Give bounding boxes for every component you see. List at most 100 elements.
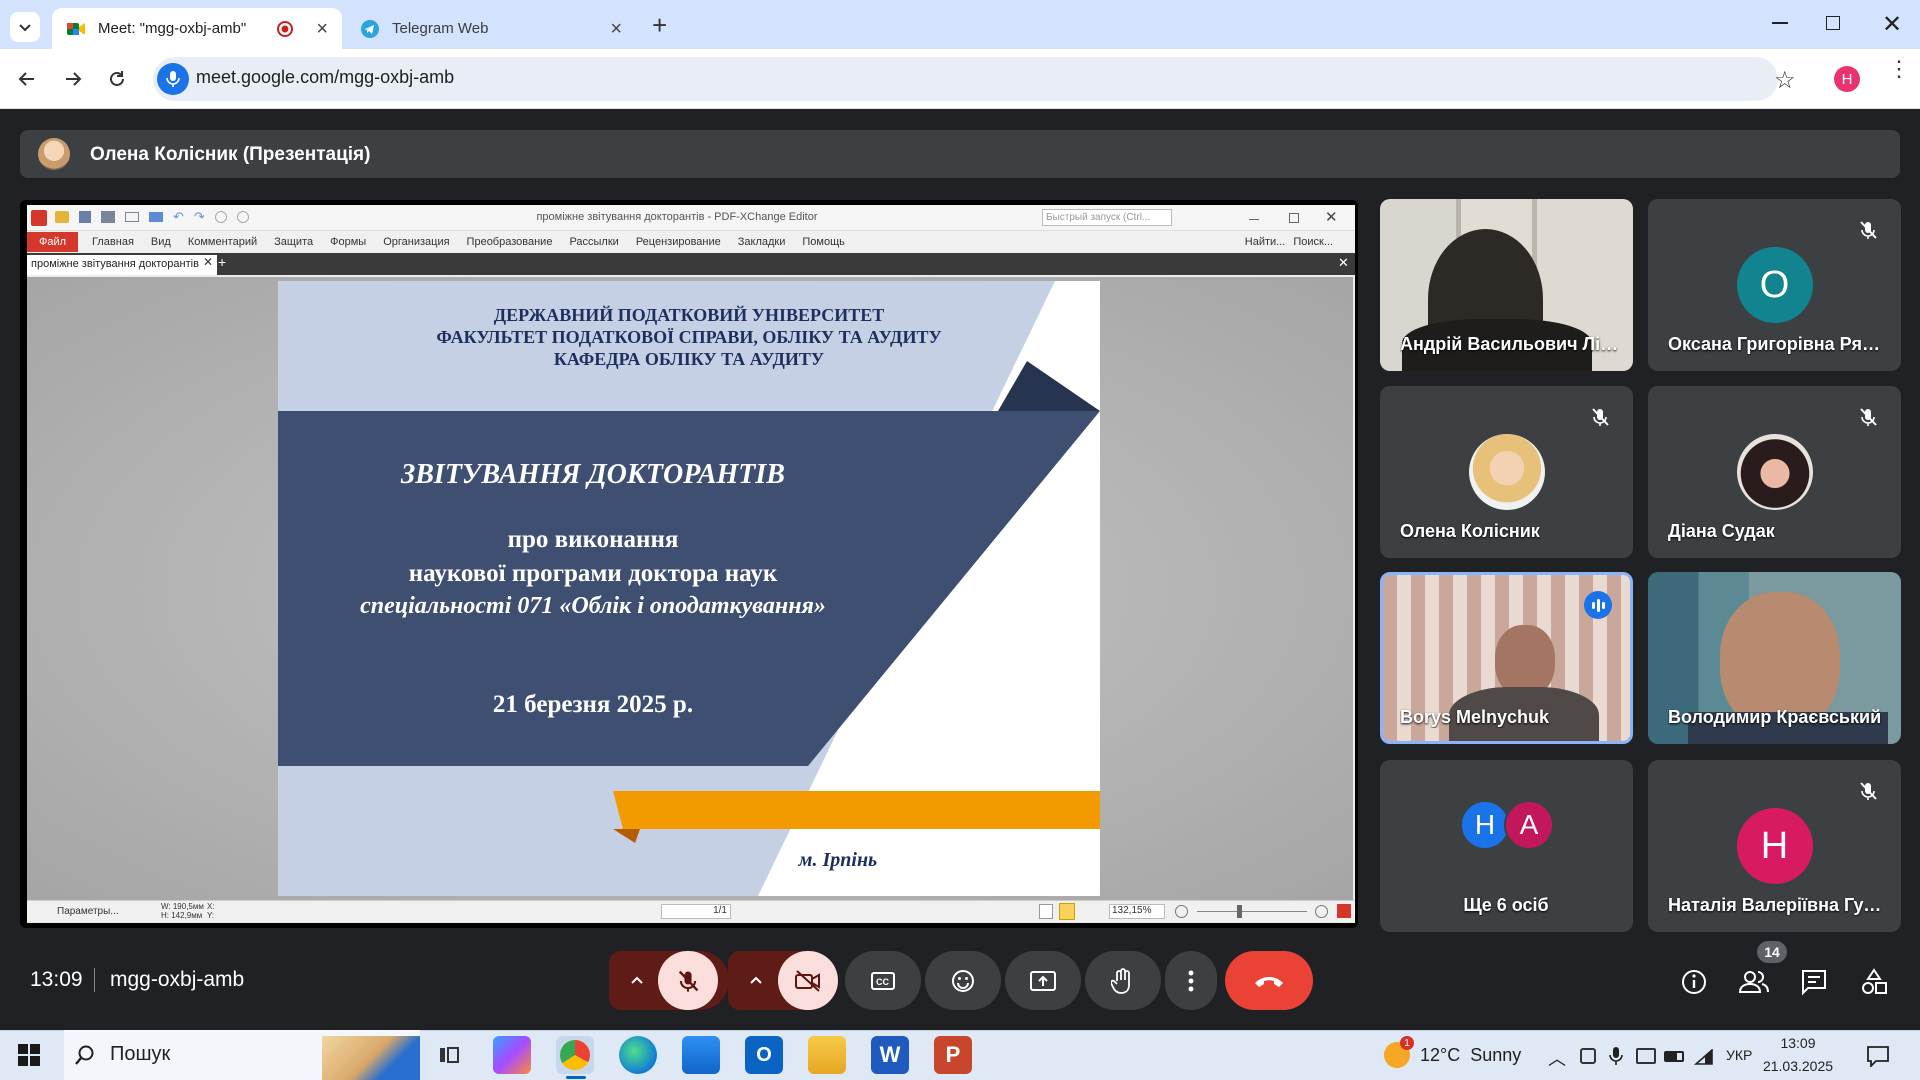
profile-avatar[interactable]: H [1834,66,1860,92]
print-icon[interactable] [101,211,115,223]
pdf-restore-icon[interactable] [1289,213,1299,223]
menu-comment[interactable]: Комментарий [188,236,257,248]
zoom-in-icon[interactable] [1315,905,1328,918]
fit-page-icon[interactable] [1039,904,1053,919]
tray-screen-share-icon[interactable] [1636,1048,1656,1064]
reactions-button[interactable] [925,951,1001,1010]
menu-organize[interactable]: Организация [383,236,449,248]
minimize-icon[interactable] [1772,22,1788,24]
taskbar-date[interactable]: 21.03.2025 [1760,1058,1836,1074]
restore-icon[interactable] [1826,16,1840,30]
participant-tile[interactable]: Н Наталія Валеріївна Гурі... [1648,760,1901,932]
participant-tile[interactable]: Андрій Васильович Ліс... [1380,199,1633,371]
edge-icon[interactable] [619,1036,657,1074]
taskbar-clock[interactable]: 13:09 [1760,1035,1836,1051]
mic-toggle-button[interactable] [658,951,718,1010]
nav-forward-icon[interactable] [236,211,249,223]
site-info-button[interactable] [157,63,189,95]
more-participants-tile[interactable]: Н А Ще 6 осіб [1380,760,1633,932]
wifi-icon[interactable] [1694,1049,1714,1065]
camera-toggle-button[interactable] [778,951,838,1010]
tray-microphone-icon[interactable] [1609,1046,1623,1066]
participant-avatar: Н [1736,808,1813,884]
menu-forms[interactable]: Формы [330,236,366,248]
menu-view[interactable]: Вид [151,236,171,248]
participant-name: Оксана Григорівна Ряб... [1668,334,1888,354]
file-explorer-icon[interactable] [808,1036,846,1074]
raise-hand-button[interactable] [1085,951,1161,1010]
word-icon[interactable]: W [871,1036,909,1074]
back-button[interactable] [10,62,44,96]
notification-center-icon[interactable] [1866,1045,1890,1067]
participant-tile[interactable]: Олена Колісник [1380,386,1633,558]
outlook-icon[interactable]: O [745,1036,783,1074]
close-window-icon[interactable]: ✕ [1882,10,1902,39]
doc-tab-close-icon[interactable]: ✕ [203,255,213,269]
menu-file[interactable]: Файл [27,232,79,252]
menu-help[interactable]: Помощь [802,236,845,248]
close-tab-icon[interactable]: × [610,19,622,39]
menu-mailings[interactable]: Рассылки [569,236,618,248]
redo-icon[interactable]: ↷ [194,210,205,225]
pdf-doc-tab[interactable]: проміжне звітування докторантів [27,255,217,275]
scan-icon[interactable] [149,212,163,222]
mail-icon[interactable] [125,212,139,222]
params-button[interactable]: Параметры... [57,906,119,917]
language-indicator[interactable]: УКР [1726,1047,1752,1063]
participant-tile-speaking[interactable]: Borys Melnychuk [1380,572,1633,744]
undo-icon[interactable]: ↶ [173,210,184,225]
pdf-close-icon[interactable]: ✕ [1325,208,1338,226]
more-options-button[interactable] [1165,951,1217,1010]
chat-button[interactable] [1794,962,1834,1002]
copilot-icon[interactable] [493,1036,531,1074]
participant-tile[interactable]: Діана Судак [1648,386,1901,558]
present-button[interactable] [1005,951,1081,1010]
bookmark-star-icon[interactable]: ☆ [1774,66,1796,95]
menu-convert[interactable]: Преобразование [467,236,553,248]
save-icon[interactable] [79,211,91,223]
tray-overflow-icon[interactable]: ︿ [1548,1045,1566,1071]
tab-meet[interactable]: Meet: "mgg-oxbj-amb" × [52,8,342,49]
reload-button[interactable] [100,62,134,96]
zoom-field[interactable]: 132,15% [1109,904,1165,919]
task-view-icon[interactable] [430,1036,468,1074]
menu-bookmarks[interactable]: Закладки [738,236,786,248]
new-doc-tab-icon[interactable]: + [218,254,226,270]
new-tab-button[interactable]: + [652,10,667,41]
more-vert-icon [1188,970,1194,991]
start-button[interactable] [18,1044,40,1066]
forward-button[interactable] [56,62,90,96]
battery-icon[interactable] [1664,1051,1684,1062]
pdf-minimize-icon[interactable] [1249,219,1259,220]
powerpoint-icon[interactable]: P [934,1036,972,1074]
page-number-field[interactable]: 1/1 [661,904,731,919]
zoom-slider-track[interactable] [1197,911,1307,912]
quick-launch-field[interactable]: Быстрый запуск (Ctrl... [1042,209,1172,226]
open-icon[interactable] [55,211,69,223]
zoom-out-icon[interactable] [1175,905,1188,918]
close-doc-icon[interactable]: ✕ [1338,255,1349,271]
search-button[interactable]: Поиск... [1293,236,1333,248]
browser-menu-icon[interactable]: ⋮ [1888,58,1910,80]
captions-button[interactable]: CC [845,951,921,1010]
meeting-info-button[interactable] [1674,962,1714,1002]
zoom-slider-thumb[interactable] [1237,905,1242,918]
find-button[interactable]: Найти... [1245,236,1286,248]
fit-width-icon[interactable] [1059,903,1075,920]
participant-tile[interactable]: О Оксана Григорівна Ряб... [1648,199,1901,371]
participant-tile[interactable]: Володимир Краєвський [1648,572,1901,744]
activities-button[interactable] [1854,962,1894,1002]
tab-search-button[interactable] [10,12,40,42]
chrome-icon[interactable] [556,1036,594,1074]
tray-meet-icon[interactable] [1580,1048,1596,1064]
tab-telegram[interactable]: Telegram Web × [346,8,636,49]
menu-review[interactable]: Рецензирование [636,236,721,248]
store-icon[interactable] [682,1036,720,1074]
weather-text[interactable]: 12°C Sunny [1420,1045,1521,1066]
menu-protect[interactable]: Защита [274,236,313,248]
menu-home[interactable]: Главная [92,236,134,248]
people-button[interactable] [1734,962,1774,1002]
close-tab-icon[interactable]: × [316,19,328,39]
leave-call-button[interactable] [1225,951,1313,1010]
nav-back-icon[interactable] [214,211,227,223]
